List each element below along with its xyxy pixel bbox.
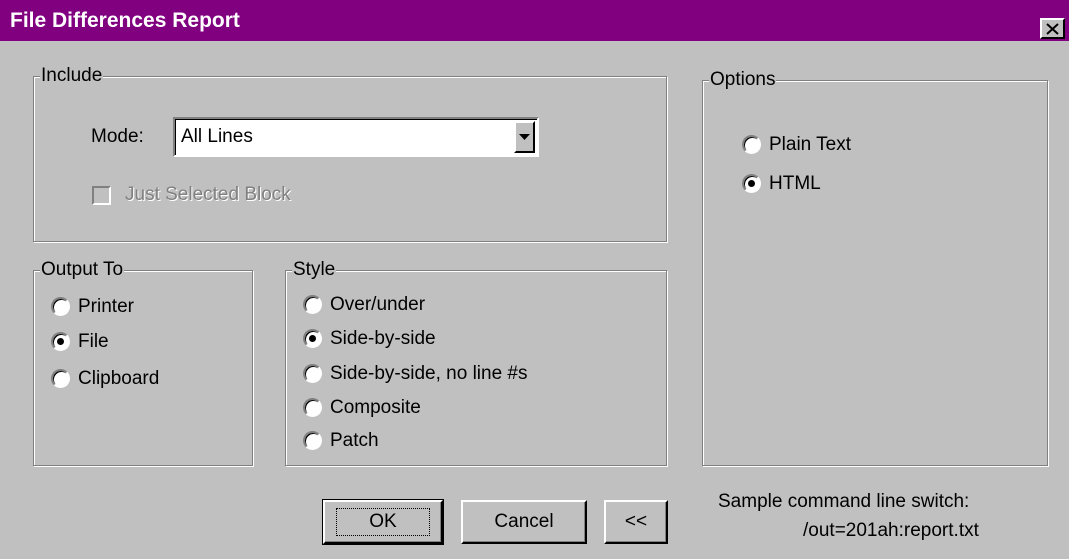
style-side-by-side-radio[interactable] xyxy=(303,329,322,348)
style-composite-label: Composite xyxy=(330,397,421,418)
sample-command-heading: Sample command line switch: xyxy=(718,491,970,512)
output-clipboard-radio[interactable] xyxy=(51,369,70,388)
mode-select-value: All Lines xyxy=(181,126,253,147)
style-over-under-radio[interactable] xyxy=(303,295,322,314)
style-composite-radio[interactable] xyxy=(303,398,322,417)
style-side-by-side-no-line-numbers-label: Side-by-side, no line #s xyxy=(330,363,528,384)
cancel-button[interactable]: Cancel xyxy=(461,500,587,544)
include-legend: Include xyxy=(40,64,104,88)
collapse-button[interactable]: << xyxy=(604,500,668,544)
style-over-under-label: Over/under xyxy=(330,294,426,315)
output-clipboard-label: Clipboard xyxy=(78,368,160,389)
ok-button[interactable]: OK xyxy=(322,499,444,545)
just-selected-block-label: Just Selected Block xyxy=(125,184,291,205)
options-legend: Options xyxy=(709,68,777,92)
ok-button-label: OK xyxy=(336,508,430,536)
options-html-radio[interactable] xyxy=(742,174,761,193)
collapse-button-label: << xyxy=(624,511,648,532)
output-file-label: File xyxy=(78,331,109,352)
close-button[interactable] xyxy=(1040,18,1065,39)
close-icon xyxy=(1046,22,1059,35)
options-plain-text-label: Plain Text xyxy=(769,134,852,155)
output-file-radio[interactable] xyxy=(51,332,70,351)
style-legend: Style xyxy=(292,258,337,282)
output-to-legend: Output To xyxy=(40,258,125,282)
sample-command-switch: /out=201ah:report.txt xyxy=(803,520,979,541)
title-bar[interactable]: File Differences Report xyxy=(0,0,1069,41)
style-side-by-side-no-line-numbers-radio[interactable] xyxy=(303,364,322,383)
options-html-label: HTML xyxy=(769,173,821,194)
style-side-by-side-label: Side-by-side xyxy=(330,328,436,349)
mode-select[interactable]: All Lines xyxy=(173,117,539,157)
just-selected-block-checkbox[interactable] xyxy=(92,186,111,205)
output-printer-radio[interactable] xyxy=(51,297,70,316)
chevron-down-icon xyxy=(519,133,530,140)
mode-dropdown-button[interactable] xyxy=(514,121,535,153)
mode-label: Mode: xyxy=(91,126,144,147)
style-patch-radio[interactable] xyxy=(303,431,322,450)
options-plain-text-radio[interactable] xyxy=(742,135,761,154)
output-printer-label: Printer xyxy=(78,296,134,317)
file-differences-report-dialog: File Differences Report Include Mode: Al… xyxy=(0,0,1069,559)
cancel-button-label: Cancel xyxy=(494,511,554,532)
style-patch-label: Patch xyxy=(330,430,379,451)
include-group: Include xyxy=(33,64,667,242)
window-title: File Differences Report xyxy=(10,9,240,32)
